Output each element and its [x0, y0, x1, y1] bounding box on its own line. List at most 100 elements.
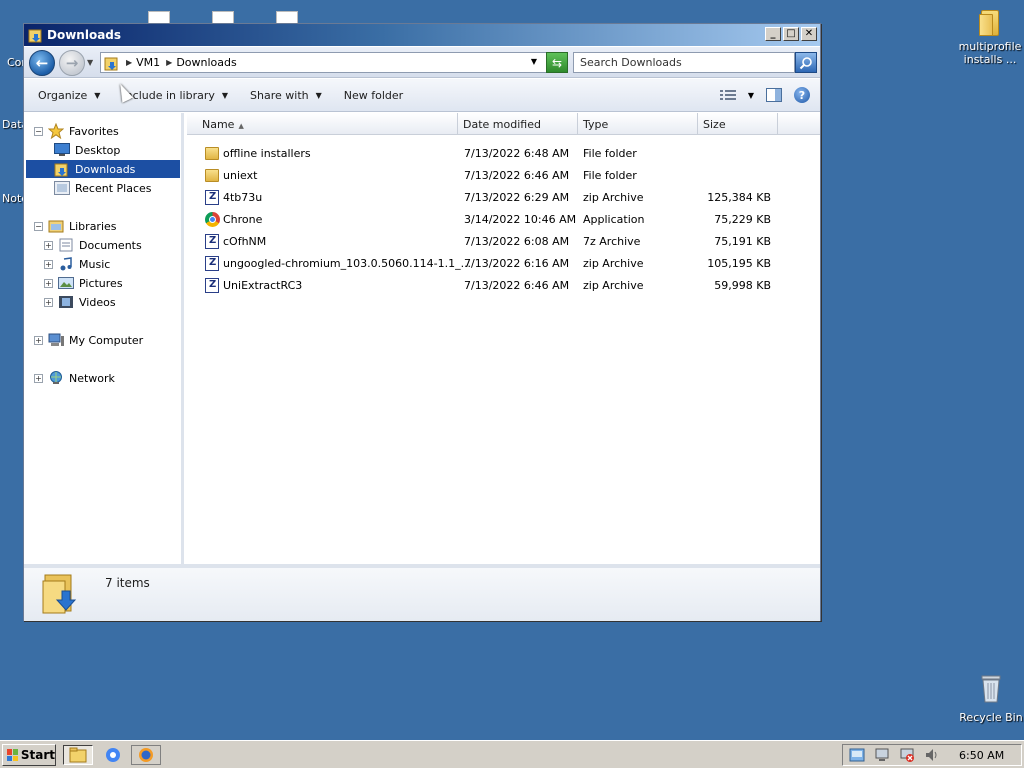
- videos-icon: [59, 296, 73, 308]
- tree-music[interactable]: + Music: [44, 255, 110, 273]
- item-count: 7 items: [105, 576, 150, 590]
- file-row[interactable]: Chrone 3/14/2022 10:46 AM Application 75…: [187, 209, 820, 231]
- file-row[interactable]: offline installers 7/13/2022 6:48 AM Fil…: [187, 143, 820, 165]
- zip-archive-icon: [204, 255, 220, 271]
- chevron-down-icon[interactable]: ▼: [531, 57, 537, 66]
- computer-icon: [48, 333, 64, 346]
- breadcrumb-vm1[interactable]: VM1: [136, 56, 160, 69]
- file-date: 7/13/2022 6:46 AM: [464, 279, 570, 292]
- tree-libraries[interactable]: − Libraries: [34, 217, 117, 235]
- star-icon: [48, 123, 64, 139]
- taskbar-explorer[interactable]: [63, 745, 93, 765]
- folder-icon: [204, 167, 220, 183]
- tree-recent-places[interactable]: Recent Places: [54, 179, 152, 197]
- include-in-library-button[interactable]: Include in library ▼: [122, 89, 228, 102]
- network-disconnected-icon[interactable]: [899, 747, 915, 763]
- file-size: 75,229 KB: [714, 213, 771, 226]
- close-button[interactable]: ✕: [801, 27, 817, 41]
- file-size: 75,191 KB: [714, 235, 771, 248]
- details-pane: 7 items: [24, 564, 820, 621]
- volume-icon[interactable]: [924, 747, 940, 763]
- title-bar[interactable]: Downloads _ □ ✕: [24, 24, 820, 46]
- tree-label: Desktop: [75, 143, 121, 157]
- refresh-button[interactable]: ⇆: [546, 52, 568, 73]
- share-with-button[interactable]: Share with ▼: [250, 89, 322, 102]
- breadcrumb-downloads[interactable]: Downloads: [176, 56, 236, 69]
- chevron-right-icon[interactable]: ▶: [166, 58, 172, 67]
- help-icon[interactable]: ?: [794, 87, 810, 103]
- expand-icon[interactable]: +: [44, 240, 53, 250]
- tree-desktop[interactable]: Desktop: [54, 141, 120, 159]
- taskbar: Start 6:50 AM: [0, 740, 1024, 768]
- command-bar: Organize ▼ Include in library ▼ Share with…: [24, 79, 820, 112]
- tree-label: Favorites: [69, 124, 119, 138]
- maximize-button[interactable]: □: [783, 27, 799, 41]
- tree-pictures[interactable]: + Pictures: [44, 274, 123, 292]
- recent-pages-dropdown[interactable]: ▼: [87, 58, 93, 67]
- search-input[interactable]: Search Downloads: [573, 52, 795, 73]
- search-button[interactable]: [795, 52, 817, 73]
- organize-button[interactable]: Organize ▼: [38, 89, 100, 102]
- windows-logo-icon: [7, 749, 18, 761]
- organize-label: Organize: [38, 88, 88, 102]
- downloads-folder-icon: [42, 574, 77, 614]
- file-row[interactable]: ungoogled-chromium_103.0.5060.114-1.1_..…: [187, 253, 820, 275]
- tree-network[interactable]: + Network: [34, 369, 115, 387]
- tree-label: Downloads: [75, 162, 136, 176]
- collapse-icon[interactable]: −: [34, 221, 43, 231]
- file-type: Application: [583, 213, 645, 226]
- expand-icon[interactable]: +: [34, 373, 43, 383]
- computer-tray-icon[interactable]: [874, 747, 890, 763]
- file-date: 3/14/2022 10:46 AM: [464, 213, 577, 226]
- zip-archive-icon: [204, 189, 220, 205]
- file-row[interactable]: cOfhNM 7/13/2022 6:08 AM 7z Archive 75,1…: [187, 231, 820, 253]
- expand-icon[interactable]: +: [44, 278, 53, 288]
- tree-favorites[interactable]: − Favorites: [34, 122, 119, 140]
- start-button[interactable]: Start: [2, 744, 56, 766]
- chevron-down-icon: ▼: [221, 90, 229, 100]
- tree-label: My Computer: [69, 333, 144, 347]
- tree-label: Recent Places: [75, 181, 152, 195]
- file-name: cOfhNM: [223, 235, 267, 248]
- address-bar[interactable]: ▶ VM1 ▶ Downloads ▼: [100, 52, 568, 73]
- folder-icon: [979, 8, 1001, 36]
- forward-button[interactable]: →: [59, 50, 85, 76]
- expand-icon[interactable]: +: [34, 335, 43, 345]
- expand-icon[interactable]: +: [44, 297, 53, 307]
- file-row[interactable]: uniext 7/13/2022 6:46 AM File folder: [187, 165, 820, 187]
- chevron-right-icon[interactable]: ▶: [126, 58, 132, 67]
- tree-my-computer[interactable]: + My Computer: [34, 331, 143, 349]
- chevron-down-icon[interactable]: ▼: [748, 91, 754, 100]
- start-label: Start: [20, 748, 55, 762]
- column-date-modified[interactable]: Date modified: [458, 113, 578, 135]
- clock[interactable]: 6:50 AM: [959, 749, 1004, 762]
- file-size: 59,998 KB: [714, 279, 771, 292]
- taskbar-chrome[interactable]: [98, 745, 128, 765]
- file-row[interactable]: UniExtractRC3 7/13/2022 6:46 AM zip Arch…: [187, 275, 820, 297]
- file-row[interactable]: 4tb73u 7/13/2022 6:29 AM zip Archive 125…: [187, 187, 820, 209]
- file-name: 4tb73u: [223, 191, 263, 204]
- desktop-icon-recycle-bin[interactable]: Recycle Bin: [956, 672, 1024, 724]
- column-name[interactable]: Name ▲: [197, 113, 458, 135]
- back-button[interactable]: ←: [29, 50, 55, 76]
- tree-documents[interactable]: + Documents: [44, 236, 142, 254]
- network-tray-icon[interactable]: [849, 747, 865, 763]
- tree-videos[interactable]: + Videos: [44, 293, 116, 311]
- view-options-icon[interactable]: [719, 89, 736, 101]
- expand-icon[interactable]: +: [44, 259, 53, 269]
- preview-pane-icon[interactable]: [766, 88, 782, 102]
- file-date: 7/13/2022 6:16 AM: [464, 257, 570, 270]
- firefox-icon: [139, 748, 153, 762]
- column-type[interactable]: Type: [578, 113, 698, 135]
- file-size: 105,195 KB: [707, 257, 771, 270]
- new-folder-button[interactable]: New folder: [344, 89, 403, 102]
- desktop-icon-multiprofile[interactable]: multiprofile installs ...: [955, 8, 1024, 66]
- taskbar-browser[interactable]: [131, 745, 161, 765]
- sort-ascending-icon: ▲: [238, 122, 244, 130]
- window-title: Downloads: [47, 28, 122, 42]
- tree-downloads[interactable]: Downloads: [26, 160, 180, 178]
- tree-label: Libraries: [69, 219, 117, 233]
- minimize-button[interactable]: _: [765, 27, 781, 41]
- collapse-icon[interactable]: −: [34, 126, 43, 136]
- column-size[interactable]: Size: [698, 113, 778, 135]
